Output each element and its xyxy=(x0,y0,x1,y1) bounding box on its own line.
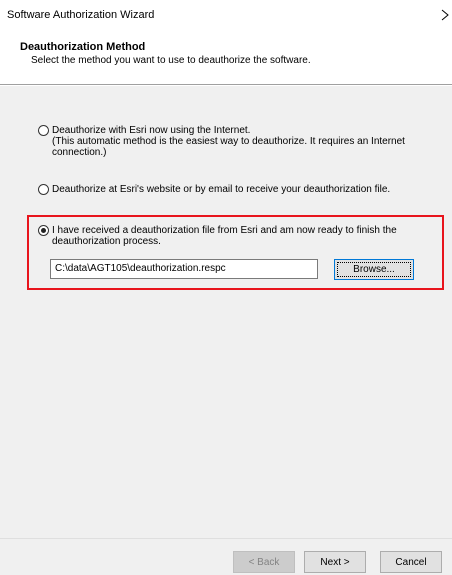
option-3-line-2: deauthorization process. xyxy=(52,236,161,247)
cancel-button-label: Cancel xyxy=(395,556,427,568)
option-1-line-2: (This automatic method is the easiest wa… xyxy=(52,136,405,147)
next-button-label: Next > xyxy=(320,556,350,568)
back-button[interactable]: < Back xyxy=(233,551,295,573)
option-have-file-label: I have received a deauthorization file f… xyxy=(52,225,397,247)
option-1-line-1-website: Deauthorize at Esri's website or by emai… xyxy=(52,184,391,195)
back-button-label: < Back xyxy=(248,556,280,568)
option-3-line-1: I have received a deauthorization file f… xyxy=(52,225,397,236)
next-button[interactable]: Next > xyxy=(304,551,366,573)
option-deauthorize-website[interactable]: Deauthorize at Esri's website or by emai… xyxy=(38,184,390,195)
focus-rectangle xyxy=(337,262,411,277)
page-subtitle: Select the method you want to use to dea… xyxy=(31,55,311,66)
close-icon[interactable] xyxy=(440,8,452,22)
wizard-window: Software Authorization Wizard Deauthoriz… xyxy=(0,0,452,575)
cancel-button[interactable]: Cancel xyxy=(380,551,442,573)
page-title: Deauthorization Method xyxy=(20,41,146,53)
option-have-file[interactable]: I have received a deauthorization file f… xyxy=(38,225,397,247)
option-1-line-3: connection.) xyxy=(52,147,107,158)
file-path-input[interactable]: C:\data\AGT105\deauthorization.respc xyxy=(50,259,318,279)
browse-button[interactable]: Browse... xyxy=(334,259,414,280)
wizard-header: Deauthorization Method Select the method… xyxy=(0,30,452,82)
option-1-line-1: Deauthorize with Esri now using the Inte… xyxy=(52,125,251,136)
window-title: Software Authorization Wizard xyxy=(7,9,155,21)
option-deauthorize-internet-label: Deauthorize with Esri now using the Inte… xyxy=(52,125,405,158)
title-bar: Software Authorization Wizard xyxy=(0,0,452,30)
radio-have-file[interactable] xyxy=(38,225,49,236)
radio-deauthorize-internet[interactable] xyxy=(38,125,49,136)
radio-deauthorize-website[interactable] xyxy=(38,184,49,195)
option-deauthorize-internet[interactable]: Deauthorize with Esri now using the Inte… xyxy=(38,125,405,158)
